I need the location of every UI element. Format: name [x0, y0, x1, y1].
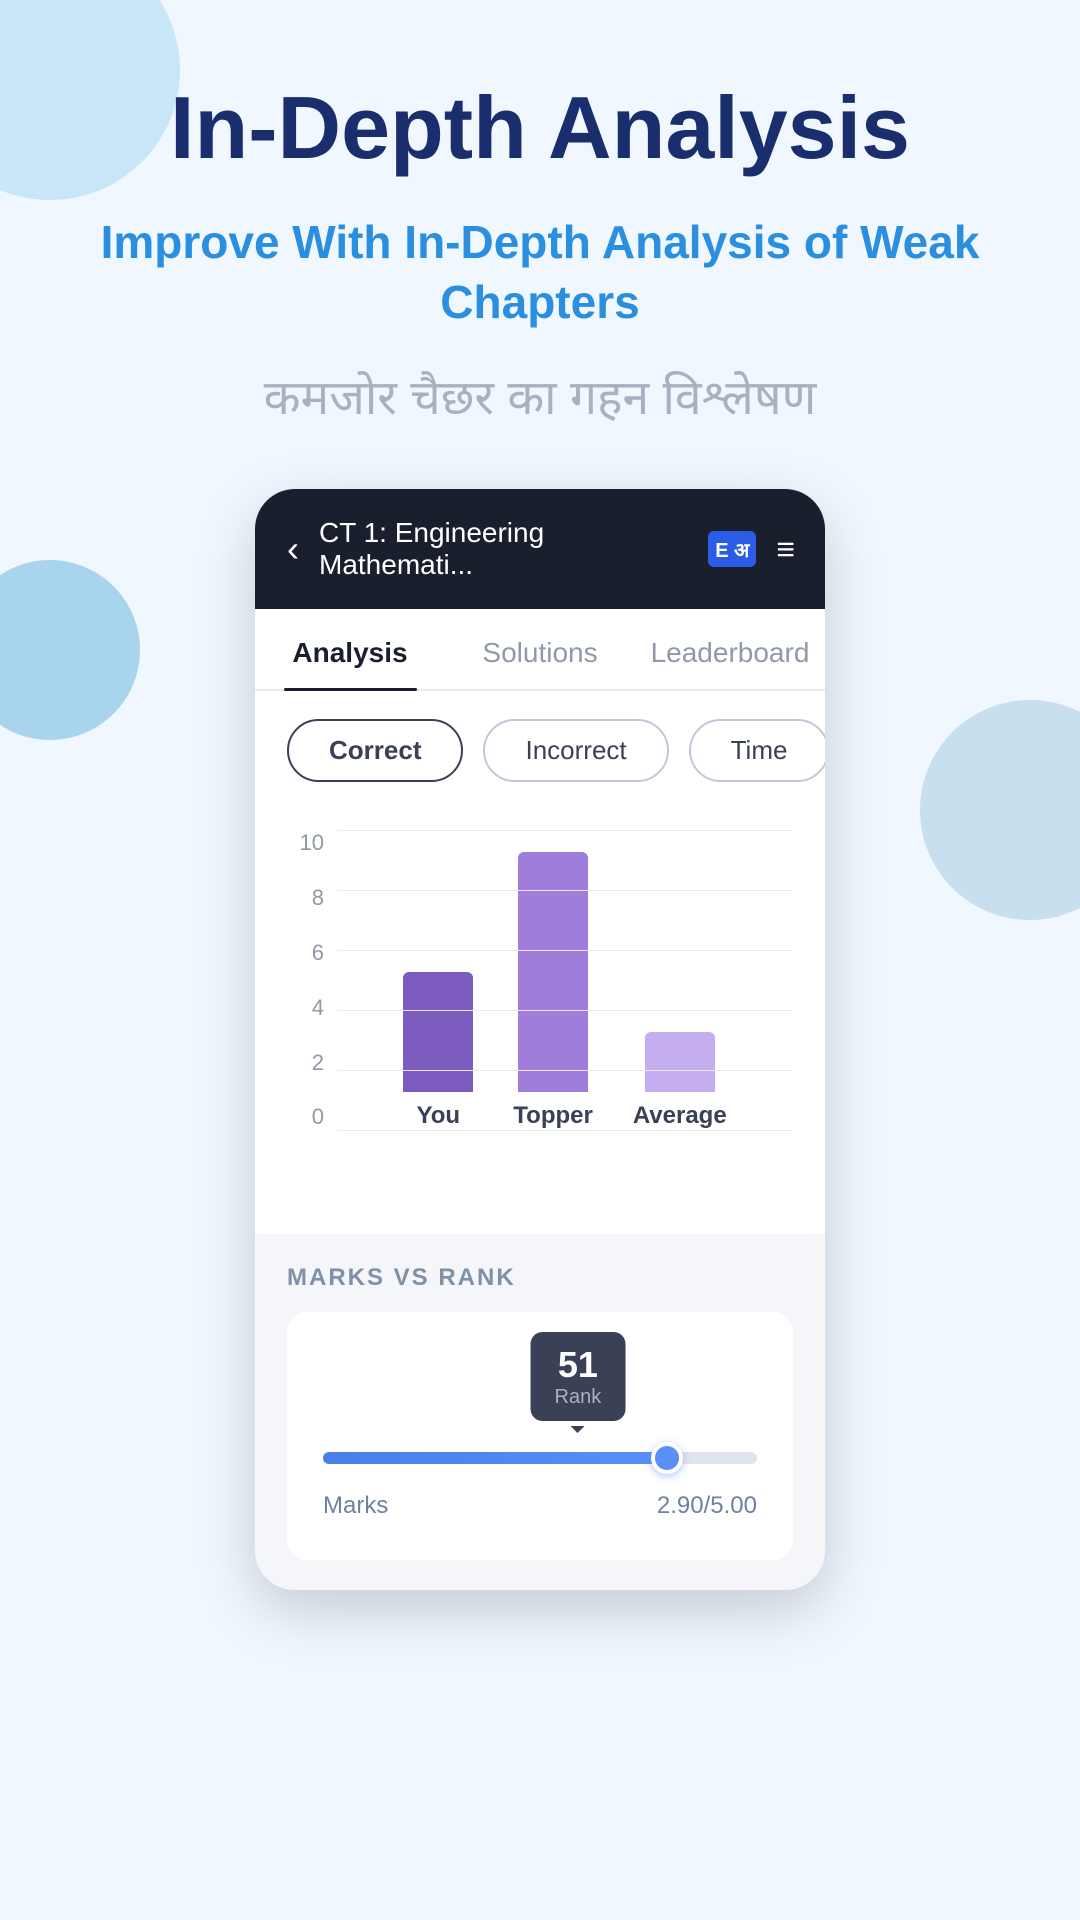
tabs-row: Analysis Solutions Leaderboard — [255, 609, 825, 691]
grid-lines — [337, 830, 793, 1130]
book-icon: E अ — [708, 531, 756, 567]
slider-fill — [323, 1452, 679, 1464]
phone-mockup: ‹ CT 1: Engineering Mathemati... E अ ≡ A… — [255, 489, 825, 1590]
marks-value: 2.90/5.00 — [657, 1492, 757, 1520]
y-label-0: 0 — [287, 1104, 332, 1130]
hamburger-icon[interactable]: ≡ — [776, 531, 793, 568]
grid-line-2 — [337, 1070, 793, 1071]
grid-line-8 — [337, 890, 793, 891]
grid-line-4 — [337, 1010, 793, 1011]
marks-row: Marks 2.90/5.00 — [323, 1492, 757, 1520]
main-title: In-Depth Analysis — [60, 80, 1020, 177]
grid-line-0 — [337, 1130, 793, 1131]
y-label-8: 8 — [287, 885, 332, 911]
y-label-2: 2 — [287, 1050, 332, 1076]
grid-line-6 — [337, 950, 793, 951]
marks-rank-card: 51 Rank Marks 2.90/5.00 — [287, 1312, 793, 1560]
y-label-4: 4 — [287, 995, 332, 1021]
subtitle-english: Improve With In-Depth Analysis of Weak C… — [60, 213, 1020, 333]
filter-incorrect[interactable]: Incorrect — [483, 719, 668, 782]
slider-track[interactable] — [323, 1452, 757, 1464]
marks-label: Marks — [323, 1492, 388, 1520]
tab-solutions[interactable]: Solutions — [445, 609, 635, 689]
grid-line-10 — [337, 830, 793, 831]
phone-navbar: ‹ CT 1: Engineering Mathemati... E अ ≡ — [255, 489, 825, 609]
filter-correct[interactable]: Correct — [287, 719, 463, 782]
tab-leaderboard[interactable]: Leaderboard — [635, 609, 825, 689]
rank-label: Rank — [555, 1386, 602, 1408]
slider-thumb[interactable] — [651, 1442, 683, 1474]
chart-area: 10 8 6 4 2 0 — [255, 810, 825, 1222]
tab-analysis[interactable]: Analysis — [255, 609, 445, 689]
y-label-6: 6 — [287, 940, 332, 966]
rank-number: 51 — [555, 1344, 602, 1386]
y-label-10: 10 — [287, 830, 332, 856]
filter-time[interactable]: Time — [689, 719, 825, 782]
back-icon[interactable]: ‹ — [287, 528, 299, 570]
marks-rank-title: MARKS VS RANK — [287, 1264, 793, 1292]
bar-chart: 10 8 6 4 2 0 — [287, 830, 793, 1190]
filter-row: Correct Incorrect Time — [255, 691, 825, 810]
nav-title: CT 1: Engineering Mathemati... — [319, 517, 688, 581]
subtitle-hindi: कमजोर चैछर का गहन विश्लेषण — [60, 364, 1020, 429]
y-axis: 10 8 6 4 2 0 — [287, 830, 332, 1130]
rank-tooltip: 51 Rank — [531, 1332, 626, 1421]
marks-rank-section: MARKS VS RANK 51 Rank Marks 2.90/5.00 — [255, 1234, 825, 1590]
